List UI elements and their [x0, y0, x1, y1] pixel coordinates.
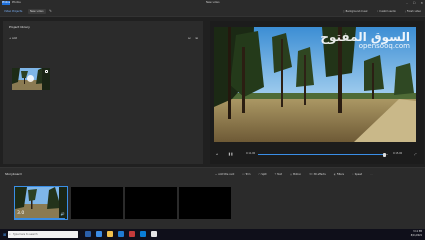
trim-button[interactable]: ⊡Trim — [242, 173, 250, 176]
breadcrumb-new-video[interactable]: New video — [28, 9, 46, 14]
seek-progress — [258, 154, 385, 155]
library-media-thumbnail[interactable] — [12, 68, 50, 90]
project-library-title: Project library — [9, 25, 30, 29]
edge-icon[interactable] — [96, 231, 102, 237]
filters-icon: ◐ — [333, 173, 336, 176]
previous-frame-icon[interactable]: ◂ — [216, 152, 218, 156]
file-explorer-icon[interactable] — [107, 231, 113, 237]
storyboard-card-4[interactable] — [179, 187, 231, 219]
more-options-button[interactable]: ⋯ — [370, 173, 373, 176]
task-view-icon[interactable] — [85, 231, 91, 237]
project-library-panel: Project library + Add ⊟ ⊞ — [3, 21, 203, 164]
title-card-icon: ▭ — [215, 173, 218, 176]
storyboard-panel: Storyboard ▭Add title card ⊡Trim ⊓Split … — [0, 167, 425, 229]
speaker-icon[interactable]: 🔊 — [61, 212, 65, 216]
speed-icon: ⚡ — [352, 173, 354, 176]
project-tools: ♫Background music ♪Custom audio ⤓Finish … — [343, 9, 422, 14]
taskbar-search-box[interactable]: ⌕ Type here to search — [8, 231, 78, 238]
seek-handle[interactable] — [382, 152, 386, 157]
watermark-latin: opensooq.com — [358, 42, 410, 50]
export-icon: ⤓ — [404, 10, 406, 13]
photos-icon[interactable] — [140, 231, 146, 237]
motion-button[interactable]: ◎Motion — [290, 173, 301, 176]
fullscreen-icon[interactable]: ⤢ — [414, 152, 416, 156]
taskbar-pinned-apps — [85, 231, 157, 237]
add-title-card-button[interactable]: ▭Add title card — [215, 173, 234, 176]
text-button[interactable]: TText — [275, 173, 282, 176]
total-time: 0:15.00 — [393, 152, 403, 155]
video-preview[interactable]: السوق المفتوح opensooq.com — [214, 27, 416, 142]
rename-pen-icon[interactable]: ✎ — [49, 9, 52, 14]
store-icon[interactable] — [118, 231, 124, 237]
library-view-controls: ⊟ ⊞ — [188, 36, 198, 40]
3d-icon: 3D — [309, 173, 313, 176]
app-badge: Photos — [2, 1, 11, 5]
seek-bar[interactable] — [258, 152, 388, 157]
storyboard-card-3[interactable] — [125, 187, 177, 219]
speed-button[interactable]: ⚡Speed — [352, 173, 362, 176]
storyboard-toolbar: ▭Add title card ⊡Trim ⊓Split TText ◎Moti… — [215, 173, 374, 176]
storyboard-card-2[interactable] — [71, 187, 123, 219]
clip-progress-bar — [15, 218, 66, 219]
preview-pane: السوق المفتوح opensooq.com ◂ ❚❚ 0:11.00 … — [210, 21, 424, 164]
music-icon: ♫ — [342, 10, 345, 13]
select-checkbox[interactable] — [45, 70, 48, 73]
custom-audio-button[interactable]: ♪Custom audio — [377, 9, 396, 14]
search-icon: ⌕ — [9, 232, 11, 236]
storyboard-title: Storyboard — [5, 172, 22, 176]
more-icon: ⋯ — [370, 173, 373, 176]
list-view-icon[interactable]: ⊟ — [188, 36, 191, 40]
text-icon: T — [274, 173, 277, 176]
finish-video-button[interactable]: ⤓Finish video — [405, 9, 421, 14]
background-music-button[interactable]: ♫Background music — [343, 9, 368, 14]
add-media-button[interactable]: + Add — [9, 37, 17, 40]
current-time: 0:11.00 — [246, 152, 256, 155]
mail-icon[interactable] — [129, 231, 135, 237]
3d-effects-button[interactable]: 3D3D effects — [309, 173, 326, 176]
split-button[interactable]: ⊓Split — [258, 173, 266, 176]
search-placeholder: Type here to search — [13, 233, 38, 236]
pause-icon[interactable]: ❚❚ — [228, 152, 233, 156]
tray-date: 8/11/2021 — [410, 234, 422, 237]
command-bar: Video Projects New video ✎ ♫Background m… — [0, 6, 425, 17]
storyboard-card-1[interactable]: 3.0 🔊 — [14, 186, 68, 220]
pinned-app-icon[interactable] — [151, 231, 157, 237]
system-tray-clock[interactable]: 3:11 PM 8/11/2021 — [411, 230, 422, 238]
filters-button[interactable]: ◐Filters — [334, 173, 344, 176]
start-icon[interactable]: ⊞ — [3, 232, 6, 237]
playback-controls: ◂ ❚❚ 0:11.00 0:15.00 ⤢ — [210, 149, 424, 159]
motion-icon: ◎ — [289, 173, 293, 176]
play-overlay-icon — [27, 75, 34, 82]
watermark: السوق المفتوح opensooq.com — [320, 31, 410, 50]
clip-duration: 3.0 — [17, 211, 25, 216]
grid-view-icon[interactable]: ⊞ — [195, 36, 198, 40]
windows-taskbar: ⊞ ⌕ Type here to search 3:11 PM 8/11/202… — [0, 229, 425, 240]
breadcrumb-video-projects[interactable]: Video Projects — [2, 9, 24, 14]
